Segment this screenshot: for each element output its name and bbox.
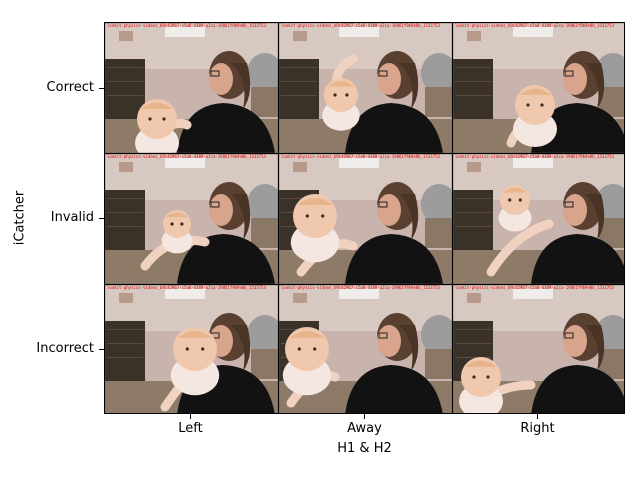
frame-correct-left: lookit-physics-videos_b9c42967-c5a8-4389… [105,23,278,153]
row-tick-correct [99,88,104,89]
frame-caption: lookit-physics-videos_b9c42967-c5a8-4389… [281,154,440,159]
frame-caption: lookit-physics-videos_b9c42967-c5a8-4389… [281,23,440,28]
frame-incorrect-left: lookit-physics-videos_b9c42967-c5a8-4389… [105,285,278,413]
frame-incorrect-right: lookit-physics-videos_b9c42967-c5a8-4389… [453,285,624,413]
frame-caption: lookit-physics-videos_b9c42967-c5a8-4389… [455,154,614,159]
frame-invalid-away: lookit-physics-videos_b9c42967-c5a8-4389… [279,154,452,284]
col-label-away: Away [347,421,382,436]
row-tick-incorrect [99,349,104,350]
image-grid: lookit-physics-videos_b9c42967-c5a8-4389… [104,22,625,414]
frame-invalid-right: lookit-physics-videos_b9c42967-c5a8-4389… [453,154,624,284]
col-tick-left [190,414,191,419]
col-label-right: Right [520,421,555,436]
frame-incorrect-away: lookit-physics-videos_b9c42967-c5a8-4389… [279,285,452,413]
frame-caption: lookit-physics-videos_b9c42967-c5a8-4389… [107,285,266,290]
frame-caption: lookit-physics-videos_b9c42967-c5a8-4389… [107,23,266,28]
frame-caption: lookit-physics-videos_b9c42967-c5a8-4389… [455,23,614,28]
row-label-correct: Correct [46,80,94,95]
col-tick-right [537,414,538,419]
col-tick-away [364,414,365,419]
y-axis-title: iCatcher [12,190,28,246]
col-label-left: Left [178,421,203,436]
row-tick-invalid [99,218,104,219]
frame-correct-away: lookit-physics-videos_b9c42967-c5a8-4389… [279,23,452,153]
frame-caption: lookit-physics-videos_b9c42967-c5a8-4389… [281,285,440,290]
figure: lookit-physics-videos_b9c42967-c5a8-4389… [0,0,640,480]
frame-caption: lookit-physics-videos_b9c42967-c5a8-4389… [455,285,614,290]
frame-correct-right: lookit-physics-videos_b9c42967-c5a8-4389… [453,23,624,153]
frame-caption: lookit-physics-videos_b9c42967-c5a8-4389… [107,154,266,159]
x-axis-title: H1 & H2 [337,441,392,456]
row-label-incorrect: Incorrect [36,341,94,356]
frame-invalid-left: lookit-physics-videos_b9c42967-c5a8-4389… [105,154,278,284]
